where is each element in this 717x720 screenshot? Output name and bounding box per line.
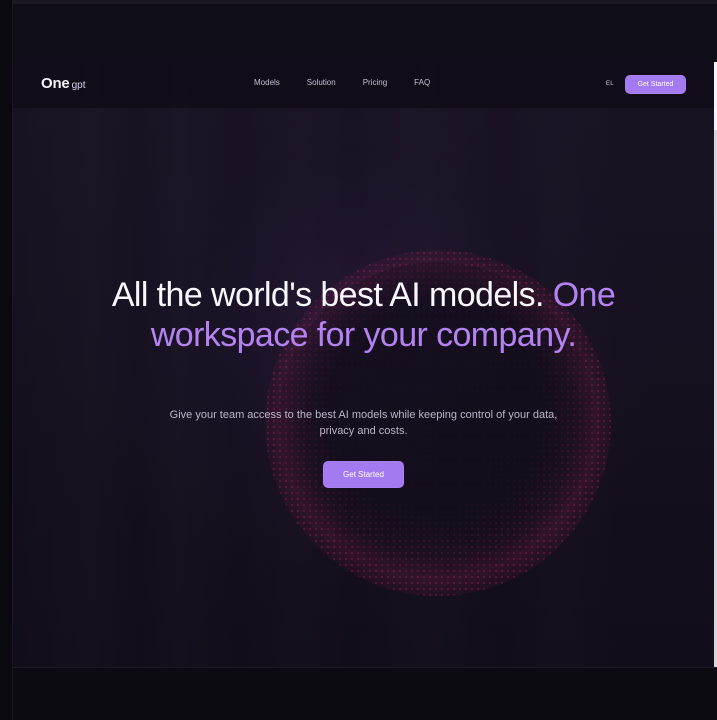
browser-left-rail [0, 0, 13, 720]
hero-title-part-1: All the world's best AI models. [111, 276, 545, 314]
hero-get-started-button[interactable]: Get Started [323, 461, 404, 488]
browser-bottom-chrome [13, 667, 717, 720]
hero-title: All the world's best AI models. One work… [111, 275, 616, 355]
browser-screen: One gpt Models Solution Pricing FAQ EL G… [0, 0, 717, 720]
browser-top-chrome [0, 0, 717, 62]
landing-page-viewport: One gpt Models Solution Pricing FAQ EL G… [13, 62, 714, 667]
hero-section: All the world's best AI models. One work… [13, 62, 714, 667]
hero-subtitle: Give your team access to the best AI mod… [169, 409, 558, 437]
